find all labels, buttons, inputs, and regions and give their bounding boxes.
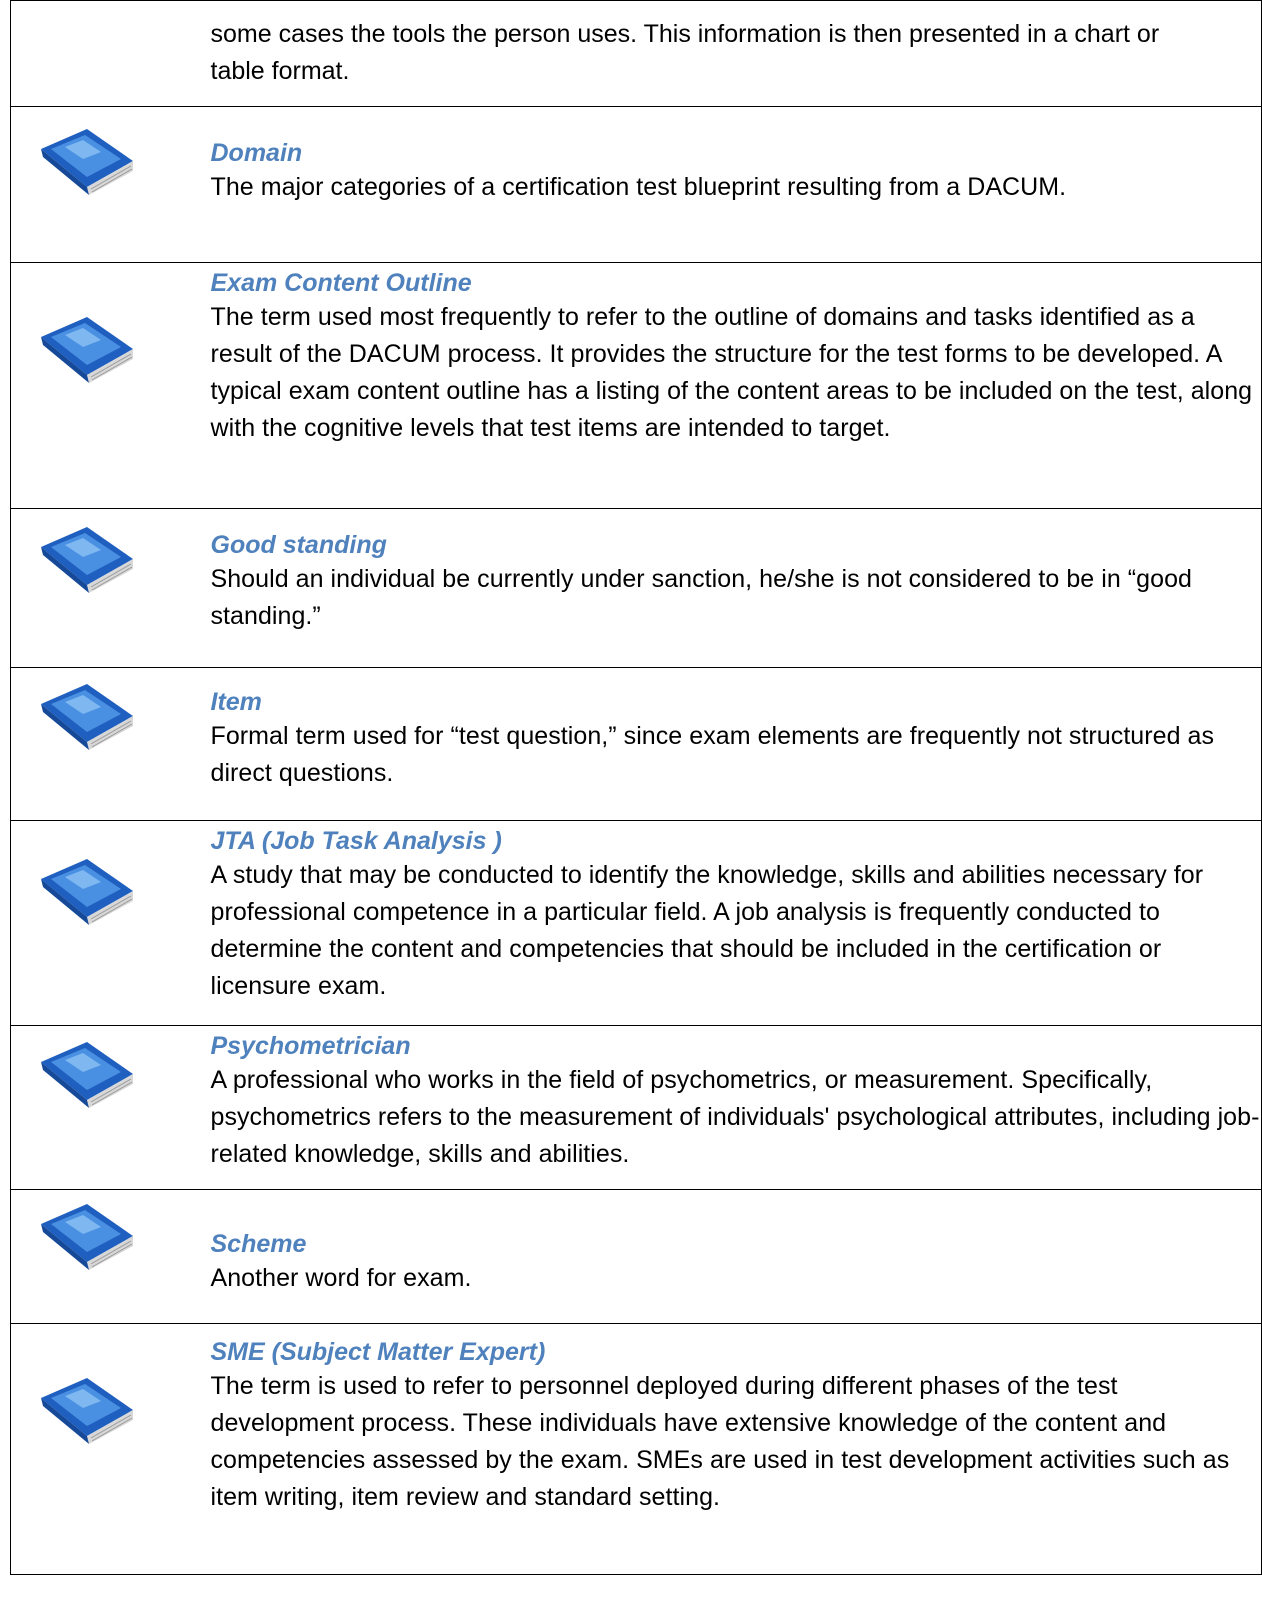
glossary-entry: Psychometrician A professional who works… — [10, 1025, 1262, 1190]
glossary-entry: SME (Subject Matter Expert) The term is … — [10, 1323, 1262, 1575]
continuation-text: some cases the tools the person uses. Th… — [210, 20, 1160, 85]
term-title: Exam Content Outline — [210, 269, 472, 297]
term-definition: Should an individual be currently under … — [210, 565, 1192, 630]
term-title: Good standing — [210, 531, 387, 559]
entry-text-cell: Domain The major categories of a certifi… — [190, 106, 1262, 263]
term-title: Domain — [210, 139, 303, 167]
book-icon — [41, 684, 133, 750]
glossary-entry: Exam Content Outline The term used most … — [10, 262, 1262, 509]
entry-text-cell: Psychometrician A professional who works… — [190, 1025, 1262, 1190]
term-title: SME (Subject Matter Expert) — [210, 1338, 546, 1366]
term-definition: The major categories of a certification … — [210, 173, 1067, 201]
glossary-entry: JTA (Job Task Analysis ) A study that ma… — [10, 820, 1262, 1026]
glossary-entry: Scheme Another word for exam. — [10, 1189, 1262, 1324]
term-definition: A professional who works in the field of… — [210, 1066, 1260, 1168]
term-definition: The term is used to refer to personnel d… — [210, 1372, 1230, 1511]
entry-text-cell: Item Formal term used for “test question… — [190, 667, 1262, 821]
entry-text-cell: SME (Subject Matter Expert) The term is … — [190, 1323, 1262, 1575]
icon-cell — [10, 106, 191, 263]
term-title: Item — [210, 688, 262, 716]
glossary-table: some cases the tools the person uses. Th… — [10, 0, 1262, 1575]
book-icon — [41, 1042, 133, 1108]
glossary-entry: Item Formal term used for “test question… — [10, 667, 1262, 821]
entry-text-cell: Exam Content Outline The term used most … — [190, 262, 1262, 509]
entry-text-cell: Scheme Another word for exam. — [190, 1189, 1262, 1324]
icon-cell — [10, 508, 191, 668]
term-title: Psychometrician — [210, 1032, 411, 1060]
continuation-row: some cases the tools the person uses. Th… — [10, 0, 1262, 107]
icon-cell — [10, 667, 191, 821]
book-icon — [41, 317, 133, 383]
entry-text-cell: JTA (Job Task Analysis ) A study that ma… — [190, 820, 1262, 1026]
icon-cell — [10, 1323, 191, 1575]
empty-icon-cell — [10, 0, 191, 107]
continuation-cell: some cases the tools the person uses. Th… — [190, 0, 1262, 107]
icon-cell — [10, 1025, 191, 1190]
term-definition: The term used most frequently to refer t… — [210, 303, 1253, 442]
term-definition: Another word for exam. — [210, 1264, 472, 1292]
glossary-page: some cases the tools the person uses. Th… — [0, 0, 1262, 1613]
term-title: Scheme — [210, 1230, 307, 1258]
book-icon — [41, 1378, 133, 1444]
entry-text-cell: Good standing Should an individual be cu… — [190, 508, 1262, 668]
icon-cell — [10, 1189, 191, 1324]
book-icon — [41, 527, 133, 593]
book-icon — [41, 859, 133, 925]
term-definition: A study that may be conducted to identif… — [210, 861, 1204, 1000]
book-icon — [41, 129, 133, 195]
icon-cell — [10, 262, 191, 509]
term-definition: Formal term used for “test question,” si… — [210, 722, 1215, 787]
icon-cell — [10, 820, 191, 1026]
glossary-entry: Domain The major categories of a certifi… — [10, 106, 1262, 263]
book-icon — [41, 1204, 133, 1270]
glossary-entry: Good standing Should an individual be cu… — [10, 508, 1262, 668]
term-title: JTA (Job Task Analysis ) — [210, 827, 502, 855]
